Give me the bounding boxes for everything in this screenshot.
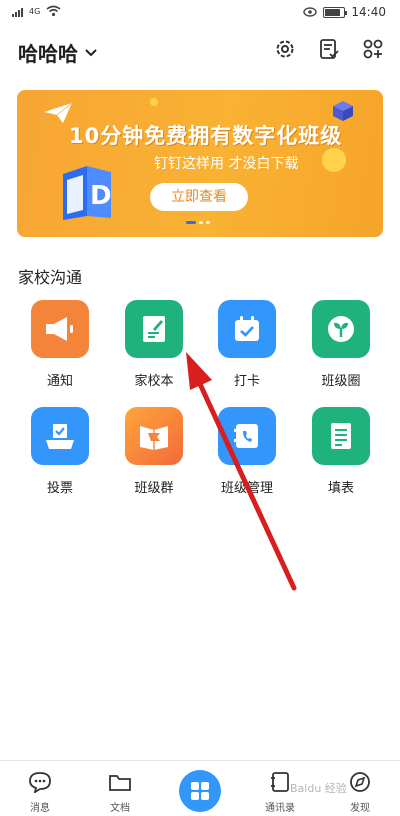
app-label: 班级群	[134, 481, 174, 496]
app-label: 投票	[46, 481, 73, 496]
workbench-grid-icon	[191, 782, 209, 800]
checklist-icon[interactable]	[316, 36, 342, 62]
app-label: 家校本	[134, 374, 174, 389]
app-tile	[125, 407, 183, 465]
banner-pagination	[186, 221, 210, 224]
app-tile	[312, 407, 370, 465]
app-tile	[31, 407, 89, 465]
app-tile	[31, 300, 89, 358]
app-tile	[125, 300, 183, 358]
wifi-icon	[46, 5, 61, 17]
banner-cta-button[interactable]: 立即查看	[150, 183, 248, 211]
nav-label: 发现	[350, 803, 370, 814]
chevron-down-icon	[85, 48, 97, 56]
status-left: 4G	[12, 5, 61, 17]
app-tile	[218, 300, 276, 358]
app-class-group[interactable]: 班级群	[109, 407, 199, 496]
nav-messages[interactable]: 消息	[10, 771, 70, 814]
banner-subtitle: 钉钉这样用 才没白下载	[154, 156, 299, 172]
clock: 14:40	[351, 5, 386, 19]
signal-icon	[12, 5, 23, 17]
eye-icon	[303, 7, 318, 17]
nav-docs[interactable]: 文档	[90, 771, 150, 814]
contacts-icon	[271, 772, 289, 792]
watermark: Baidu 经验	[290, 782, 347, 795]
battery-icon	[323, 6, 348, 18]
org-name: 哈哈哈	[18, 42, 78, 66]
app-home-school-book[interactable]: 家校本	[109, 300, 199, 389]
app-label: 通知	[46, 374, 73, 389]
app-label: 班级管理	[220, 481, 273, 496]
notebook-icon	[143, 316, 165, 342]
app-label: 打卡	[233, 374, 260, 389]
banner-headline: 10分钟免费拥有数字化班级	[69, 124, 343, 148]
app-vote[interactable]: 投票	[15, 407, 105, 496]
add-apps-icon[interactable]	[360, 36, 386, 62]
cube-icon	[333, 101, 353, 121]
discover-icon	[350, 772, 370, 792]
dingtalk-book-icon: D	[63, 166, 112, 220]
status-bar: 4G 14:40	[0, 0, 400, 26]
app-check-in[interactable]: 打卡	[202, 300, 292, 389]
folder-icon	[109, 775, 131, 791]
class-group-icon	[140, 426, 168, 450]
settings-icon[interactable]	[272, 36, 298, 62]
app-fill-form[interactable]: 填表	[296, 407, 386, 496]
banner-dot	[199, 221, 203, 224]
nav-workbench[interactable]	[179, 770, 221, 812]
banner-dot	[186, 221, 196, 224]
app-label: 班级圈	[321, 374, 361, 389]
header-actions	[272, 36, 386, 62]
promo-banner[interactable]: 10分钟免费拥有数字化班级 钉钉这样用 才没白下载 立即查看 D	[17, 90, 383, 237]
nav-label: 通讯录	[265, 803, 295, 814]
sprout-icon	[328, 316, 354, 342]
app-notice[interactable]: 通知	[15, 300, 105, 389]
svg-text:D: D	[90, 181, 112, 211]
ballot-icon	[46, 424, 74, 449]
header: 哈哈哈	[0, 30, 400, 74]
app-class-circle[interactable]: 班级圈	[296, 300, 386, 389]
banner-dot	[206, 221, 210, 224]
section-title: 家校沟通	[18, 268, 83, 287]
status-right: 14:40	[303, 5, 386, 19]
form-icon	[331, 423, 351, 449]
megaphone-icon	[46, 317, 73, 341]
org-switcher[interactable]: 哈哈哈	[18, 38, 98, 67]
network-type: 4G	[29, 6, 41, 16]
banner-decoration	[150, 98, 158, 106]
calendar-check-icon	[235, 316, 259, 341]
chat-icon	[29, 772, 51, 794]
app-tile	[312, 300, 370, 358]
app-tile	[218, 407, 276, 465]
nav-label: 消息	[30, 803, 50, 814]
phonebook-icon	[234, 424, 258, 448]
banner-ball	[322, 148, 346, 172]
app-label: 填表	[327, 481, 354, 496]
battery-level	[325, 8, 341, 16]
nav-label: 文档	[110, 803, 130, 814]
app-class-management[interactable]: 班级管理	[202, 407, 292, 496]
